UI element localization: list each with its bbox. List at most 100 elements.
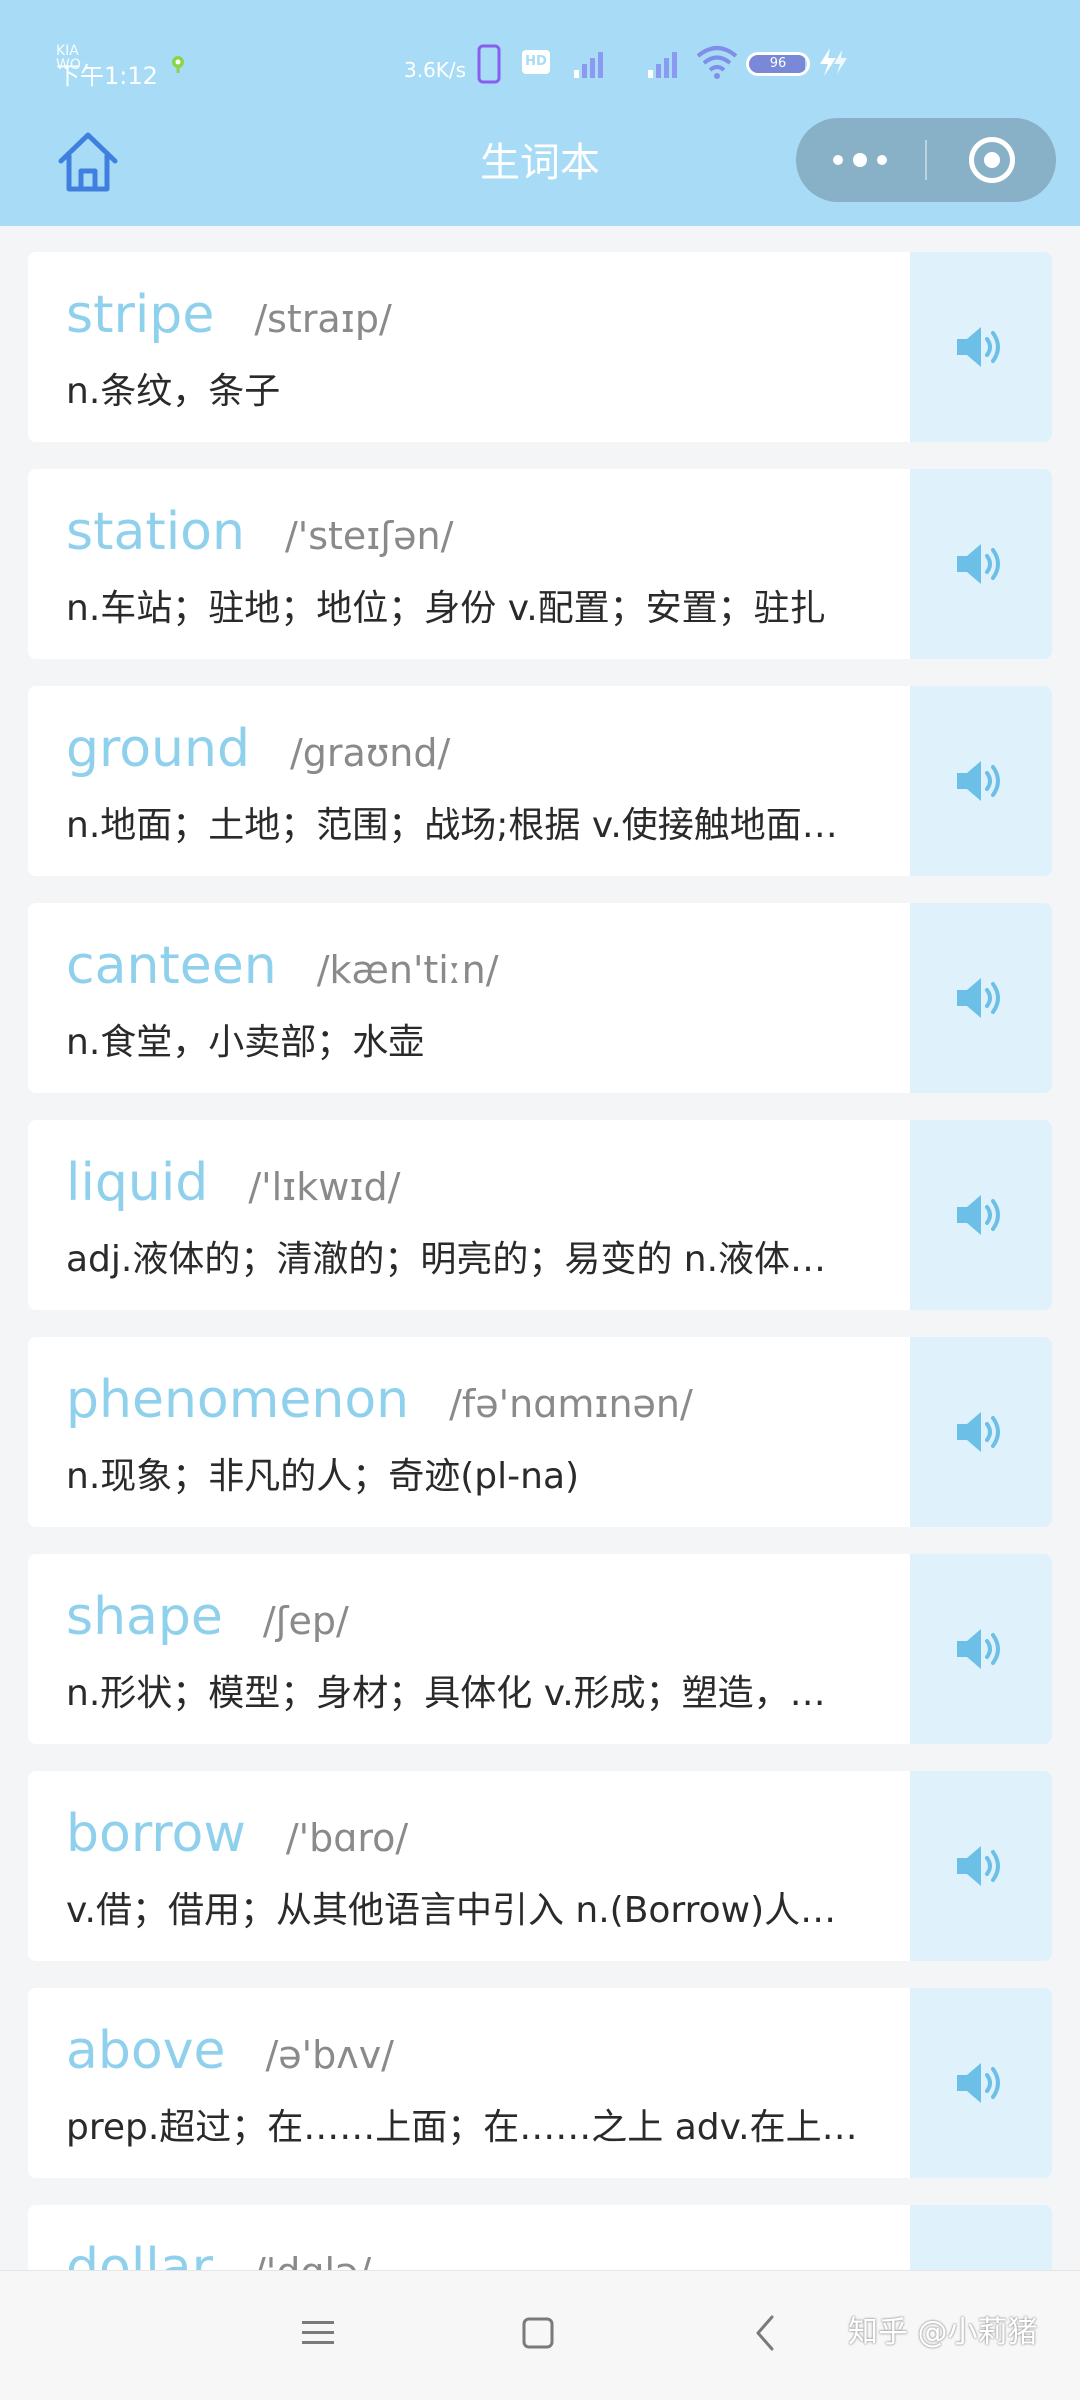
target-close-icon [969,137,1015,183]
word-term: canteen [66,936,277,996]
more-dots-icon [853,153,867,167]
phone-icon [477,44,501,84]
speaker-button[interactable] [910,1337,1052,1527]
speaker-icon [957,544,1000,584]
word-term: shape [66,1587,223,1647]
word-phonetic: /'lɪkwɪd/ [248,1165,401,1209]
word-phonetic: /'steɪʃən/ [284,514,454,558]
word-definition: adj.液体的；清澈的；明亮的；易变的 n.液体… [66,1239,827,1280]
word-head: above/ə'bʌv/ [66,2016,916,2086]
word-text: liquid /'lɪkwɪd/adj.液体的；清澈的；明亮的；易变的 n.液体… [66,1148,916,1286]
charging-icon [820,48,847,76]
word-phonetic: /graʊnd/ [289,731,451,775]
word-definition: n.车站；驻地；地位；身份 v.配置；安置；驻扎 [66,588,826,629]
word-text: canteen/kæn'tiːn/n.食堂，小卖部；水壶 [66,931,916,1069]
word-head: borrow /'bɑro/ [66,1799,916,1869]
word-head: phenomenon/fə'nɑmɪnən/ [66,1365,916,1435]
word-phonetic: /ə'bʌv/ [265,2033,394,2077]
system-nav-bar: 知乎 @小莉猪 [0,2270,1080,2400]
speaker-icon [957,1195,1000,1235]
battery-percent: 96 [769,56,787,71]
word-card[interactable]: liquid /'lɪkwɪd/adj.液体的；清澈的；明亮的；易变的 n.液体… [28,1120,1052,1310]
word-head: ground/graʊnd/ [66,714,916,784]
word-card[interactable]: stripe/straɪp/n.条纹，条子 [28,252,1052,442]
speaker-button[interactable] [910,903,1052,1093]
word-head: shape/ʃep/ [66,1582,916,1652]
word-text: phenomenon/fə'nɑmɪnən/n.现象；非凡的人；奇迹(pl-na… [66,1365,916,1503]
word-head: liquid /'lɪkwɪd/ [66,1148,916,1218]
word-card[interactable]: ground/graʊnd/n.地面；土地；范围；战场;根据 v.使接触地面… [28,686,1052,876]
word-card[interactable]: canteen/kæn'tiːn/n.食堂，小卖部；水壶 [28,903,1052,1093]
speaker-icon [957,1846,1000,1886]
speaker-button[interactable] [910,1120,1052,1310]
wifi-icon [696,46,738,79]
speaker-button[interactable] [910,1771,1052,1961]
battery-indicator: 96 [746,52,810,76]
word-definition: n.条纹，条子 [66,371,281,412]
word-text: shape/ʃep/n.形状；模型；身材；具体化 v.形成；塑造，… [66,1582,916,1720]
status-time: 下午1:12 [56,62,158,90]
more-dots-icon [877,155,887,165]
word-text: stripe/straɪp/n.条纹，条子 [66,280,916,418]
speaker-icon [957,1412,1000,1452]
word-term: stripe [66,285,215,345]
hd-badge: HD [522,50,550,74]
speaker-button[interactable] [910,2205,1052,2270]
word-text: station /'steɪʃən/n.车站；驻地；地位；身份 v.配置；安置；驻… [66,497,916,635]
word-term: phenomenon [66,1370,410,1430]
location-icon [172,56,184,73]
word-definition: n.形状；模型；身材；具体化 v.形成；塑造，… [66,1673,826,1714]
word-term: above [66,2021,226,2081]
word-term: borrow [66,1804,246,1864]
word-card[interactable]: borrow /'bɑro/v.借；借用；从其他语言中引入 n.(Borrow)人… [28,1771,1052,1961]
word-card[interactable]: shape/ʃep/n.形状；模型；身材；具体化 v.形成；塑造，… [28,1554,1052,1744]
menu-icon[interactable] [296,2311,340,2355]
word-term: dollar [66,2238,213,2270]
speaker-button[interactable] [910,1554,1052,1744]
word-term: liquid [66,1153,209,1213]
word-text: above/ə'bʌv/prep.超过；在……上面；在……之上 adv.在上… [66,2016,916,2154]
mini-program-capsule [796,118,1056,202]
word-phonetic: /'dɑlə/ [253,2237,371,2270]
status-bar: KIA WO 下午1:12 3.6K/s HD 96 [0,0,1080,120]
word-definition: prep.超过；在……上面；在……之上 adv.在上… [66,2107,858,2148]
word-definition: n.现象；非凡的人；奇迹(pl-na) [66,1456,580,1497]
word-phonetic: /fə'nɑmɪnən/ [449,1382,693,1426]
more-dots-icon [833,155,843,165]
signal-icon [574,52,603,78]
word-card[interactable]: station /'steɪʃən/n.车站；驻地；地位；身份 v.配置；安置；驻… [28,469,1052,659]
close-button[interactable] [928,118,1056,202]
speaker-button[interactable] [910,686,1052,876]
word-list: stripe/straɪp/n.条纹，条子 station /'steɪʃən/n.… [0,226,1080,2270]
word-term: ground [66,719,250,779]
word-card[interactable]: dollar /'dɑlə/ [28,2205,1052,2270]
signal-icon [648,52,677,78]
watermark: 知乎 @小莉猪 [848,2315,1038,2350]
word-card[interactable]: phenomenon/fə'nɑmɪnən/n.现象；非凡的人；奇迹(pl-na… [28,1337,1052,1527]
header: KIA WO 下午1:12 3.6K/s HD 96 生词本 [0,0,1080,226]
word-text: ground/graʊnd/n.地面；土地；范围；战场;根据 v.使接触地面… [66,714,916,852]
capsule-divider [925,140,927,180]
word-text: dollar /'dɑlə/ [66,2233,916,2270]
word-phonetic: /'bɑro/ [285,1816,409,1860]
status-indicators: 3.6K/s HD 96 [404,44,864,84]
word-card[interactable]: above/ə'bʌv/prep.超过；在……上面；在……之上 adv.在上… [28,1988,1052,2178]
speaker-icon [957,327,1000,367]
word-head: stripe/straɪp/ [66,280,916,350]
speaker-button[interactable] [910,1988,1052,2178]
app-root: KIA WO 下午1:12 3.6K/s HD 96 生词本 stripe /s… [0,0,1080,2400]
back-chevron-icon[interactable] [744,2311,788,2355]
word-phonetic: /ʃep/ [262,1599,349,1643]
word-text: borrow /'bɑro/v.借；借用；从其他语言中引入 n.(Borrow)人… [66,1799,916,1937]
word-term: station [66,502,245,562]
speaker-button[interactable] [910,469,1052,659]
speaker-button[interactable] [910,252,1052,442]
speaker-icon [957,761,1000,801]
word-definition: n.食堂，小卖部；水壶 [66,1022,425,1063]
net-speed: 3.6K/s [404,58,467,82]
word-definition: v.借；借用；从其他语言中引入 n.(Borrow)人… [66,1890,837,1931]
speaker-icon [957,1629,1000,1669]
square-home-icon[interactable] [516,2311,560,2355]
speaker-icon [957,2063,1000,2103]
more-button[interactable] [796,118,924,202]
